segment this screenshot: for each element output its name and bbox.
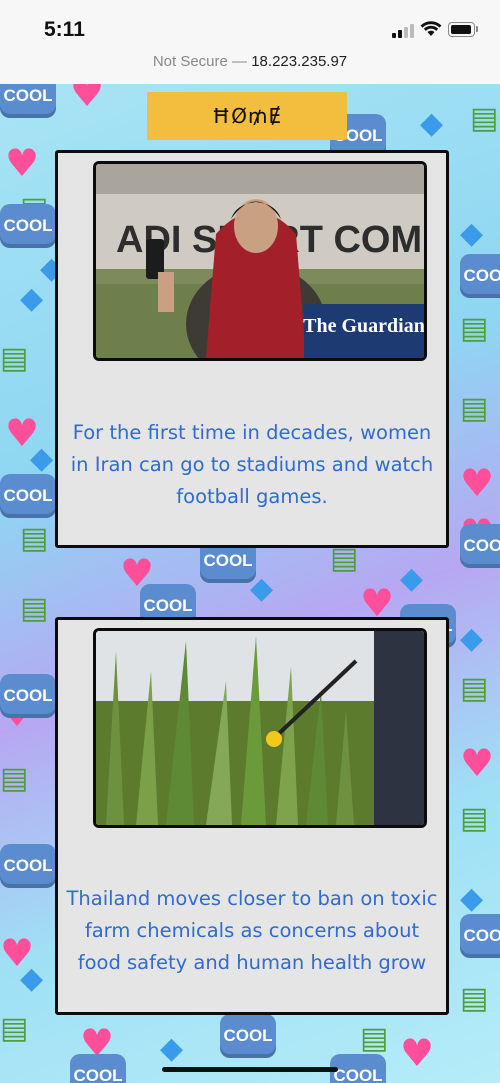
- droplet-icon: ◆: [460, 621, 484, 656]
- cool-button-icon: COOL: [330, 1054, 386, 1083]
- money-with-wings-icon: ▤: [460, 311, 489, 346]
- guardian-logo: The Guardian: [303, 315, 424, 337]
- cool-button-icon: COOL: [0, 674, 56, 718]
- money-with-wings-icon: ▤: [0, 341, 29, 376]
- article-headline[interactable]: For the first time in decades, women in …: [64, 417, 440, 513]
- farm-photo: [96, 631, 424, 825]
- article-card[interactable]: Thailand moves closer to ban on toxic fa…: [55, 617, 449, 1015]
- cool-button-icon: COOL: [0, 204, 56, 248]
- money-with-wings-icon: ▤: [330, 541, 359, 576]
- droplet-icon: ◆: [250, 571, 274, 606]
- droplet-icon: ◆: [460, 216, 484, 251]
- droplet-icon: ◆: [20, 961, 44, 996]
- security-label: Not Secure —: [152, 53, 248, 70]
- money-with-wings-icon: ▤: [360, 1021, 389, 1056]
- cool-button-icon: COOL: [0, 84, 56, 118]
- cool-button-icon: COOL: [0, 474, 56, 518]
- article-card[interactable]: ADI SPORT COM The Guardian For the first…: [55, 150, 449, 548]
- money-with-wings-icon: ▤: [460, 671, 489, 706]
- heart-icon: ♥: [460, 741, 495, 785]
- droplet-icon: ◆: [400, 561, 424, 596]
- droplet-icon: ◆: [160, 1031, 184, 1066]
- cool-button-icon: COOL: [70, 1054, 126, 1083]
- home-indicator[interactable]: [162, 1067, 338, 1072]
- cellular-signal-icon: [392, 22, 414, 38]
- url-host: 18.223.235.97: [251, 53, 348, 70]
- wifi-icon: [420, 21, 442, 36]
- article-image[interactable]: ADI SPORT COM The Guardian: [93, 161, 427, 361]
- money-with-wings-icon: ▤: [460, 391, 489, 426]
- money-with-wings-icon: ▤: [470, 101, 499, 136]
- droplet-icon: ◆: [460, 881, 484, 916]
- money-with-wings-icon: ▤: [0, 1011, 29, 1046]
- battery-icon: [448, 22, 478, 37]
- status-time: 5:11: [44, 18, 85, 41]
- money-with-wings-icon: ▤: [460, 981, 489, 1016]
- article-image[interactable]: [93, 628, 427, 828]
- stadium-photo: ADI SPORT COM The Guardian: [96, 164, 424, 358]
- heart-icon: ♥: [400, 1031, 435, 1075]
- money-with-wings-icon: ▤: [20, 521, 49, 556]
- droplet-icon: ◆: [30, 441, 54, 476]
- droplet-icon: ◆: [420, 106, 444, 141]
- heart-icon: ♥: [460, 461, 495, 505]
- money-with-wings-icon: ▤: [0, 761, 29, 796]
- cool-button-icon: COOL: [0, 844, 56, 888]
- home-button[interactable]: ĦØ₥Ɇ: [147, 92, 347, 140]
- cool-button-icon: COOL: [460, 254, 500, 298]
- cool-button-icon: COOL: [460, 914, 500, 958]
- money-with-wings-icon: ▤: [460, 801, 489, 836]
- status-bar: 5:11: [0, 0, 500, 48]
- url-bar[interactable]: Not Secure — 18.223.235.97: [0, 48, 500, 84]
- cool-button-icon: COOL: [220, 1014, 276, 1058]
- droplet-icon: ◆: [20, 281, 44, 316]
- money-with-wings-icon: ▤: [20, 591, 49, 626]
- article-headline[interactable]: Thailand moves closer to ban on toxic fa…: [64, 883, 440, 979]
- heart-icon: ♥: [5, 141, 40, 185]
- cool-button-icon: COOL: [460, 524, 500, 568]
- heart-icon: ♥: [70, 84, 105, 115]
